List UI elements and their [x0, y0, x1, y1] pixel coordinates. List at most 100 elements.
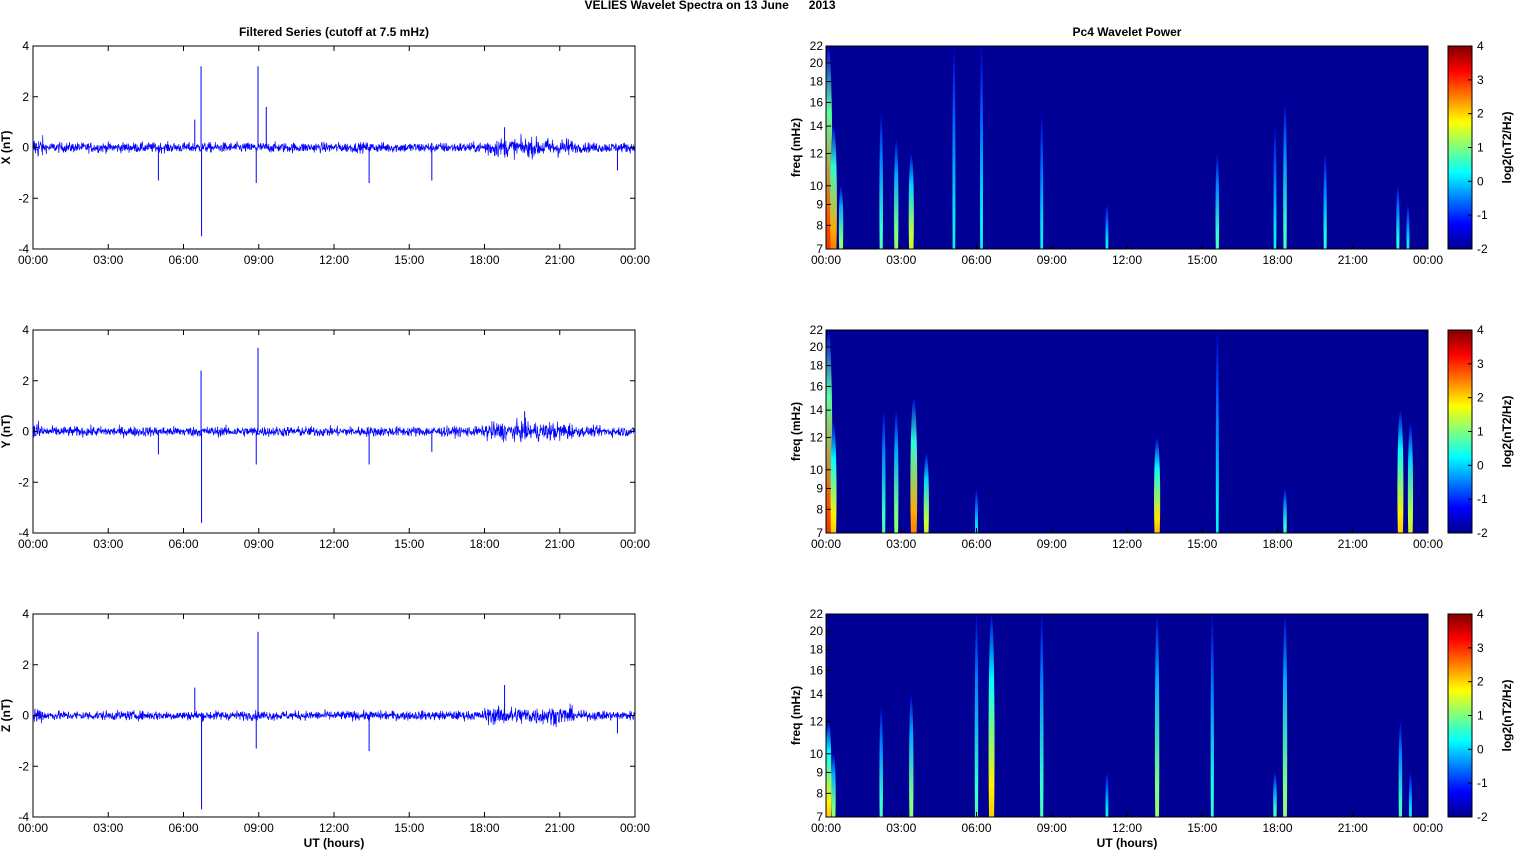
colorbar-tick-label: 4 — [1477, 323, 1484, 337]
freq-tick-label: 20 — [810, 624, 824, 638]
x-tick-label: 09:00 — [1037, 537, 1067, 551]
freq-tick-label: 14 — [810, 403, 824, 417]
series-ylabel: X (nT) — [0, 131, 13, 165]
x-tick-label: 00:00 — [620, 253, 650, 267]
x-tick-label: 21:00 — [1338, 537, 1368, 551]
freq-tick-label: 12 — [810, 430, 824, 444]
left-column-title: Filtered Series (cutoff at 7.5 mHz) — [239, 25, 429, 39]
x-tick-label: 00:00 — [1413, 537, 1443, 551]
freq-tick-label: 18 — [810, 75, 824, 89]
wavelet-power-band — [980, 46, 984, 249]
wavelet-power-band — [1396, 185, 1400, 249]
x-tick-label: 18:00 — [469, 537, 499, 551]
freq-tick-label: 8 — [816, 502, 823, 516]
wavelet-power-band — [1105, 772, 1109, 817]
x-tick-label: 06:00 — [168, 253, 198, 267]
x-tick-label: 09:00 — [244, 821, 274, 835]
wavelet-power-band — [881, 410, 886, 533]
right-column-title: Pc4 Wavelet Power — [1073, 25, 1182, 39]
x-tick-label: 00:00 — [620, 821, 650, 835]
freq-tick-label: 10 — [810, 747, 824, 761]
series-panel-x: -4-202400:00 03:00 06:00 09:00 12:00 15:00 18:… — [0, 39, 650, 267]
y-tick-label: 0 — [22, 425, 29, 439]
x-tick-label: 15:00 — [394, 253, 424, 267]
freq-tick-label: 16 — [810, 663, 824, 677]
colorbar-tick-label: 4 — [1477, 607, 1484, 621]
x-tick-label: 21:00 — [545, 537, 575, 551]
x-tick-label: 00:00 — [18, 821, 48, 835]
colorbar-tick-label: 2 — [1477, 391, 1484, 405]
x-tick-label: 15:00 — [1187, 537, 1217, 551]
x-tick-label: 03:00 — [93, 537, 123, 551]
wavelet-power-band — [1397, 410, 1404, 533]
freq-tick-label: 14 — [810, 119, 824, 133]
freq-tick-label: 9 — [816, 765, 823, 779]
freq-tick-label: 8 — [816, 218, 823, 232]
freq-tick-label: 18 — [810, 643, 824, 657]
freq-tick-label: 12 — [810, 714, 824, 728]
colorbar-tick-label: -1 — [1477, 776, 1488, 790]
wavelet-background — [826, 614, 1428, 817]
colorbar-tick-label: -2 — [1477, 242, 1488, 256]
colorbar-tick-label: 0 — [1477, 174, 1484, 188]
x-tick-label: 21:00 — [545, 253, 575, 267]
wavelet-power-band — [1408, 772, 1412, 817]
x-tick-label: 06:00 — [961, 253, 991, 267]
y-tick-label: 2 — [22, 658, 29, 672]
colorbar-tick-label: -2 — [1477, 526, 1488, 540]
x-tick-label: 00:00 — [1413, 821, 1443, 835]
wavelet-power-band — [1398, 721, 1403, 817]
freq-tick-label: 12 — [810, 146, 824, 160]
x-tick-label: 15:00 — [394, 821, 424, 835]
freq-tick-label: 14 — [810, 687, 824, 701]
colorbar-label: log2(nT2/Hz) — [1500, 680, 1514, 752]
x-tick-label: 03:00 — [93, 821, 123, 835]
x-tick-label: 12:00 — [1112, 537, 1142, 551]
x-tick-label: 18:00 — [1262, 537, 1292, 551]
x-tick-label: 21:00 — [545, 821, 575, 835]
series-panel-z: -4-202400:00 03:00 06:00 09:00 12:00 15:00 18:… — [0, 607, 650, 835]
x-tick-label: 00:00 — [1413, 253, 1443, 267]
x-tick-label: 15:00 — [1187, 253, 1217, 267]
freq-tick-label: 16 — [810, 379, 824, 393]
x-tick-label: 03:00 — [886, 253, 916, 267]
freq-ylabel: freq (mHz) — [789, 686, 803, 745]
wavelet-power-band — [1406, 204, 1410, 249]
x-tick-label: 15:00 — [1187, 821, 1217, 835]
freq-tick-label: 10 — [810, 179, 824, 193]
colorbar-tick-label: 3 — [1477, 641, 1484, 655]
x-tick-label: 12:00 — [319, 253, 349, 267]
freq-tick-label: 22 — [810, 607, 824, 621]
freq-ylabel: freq (mHz) — [789, 402, 803, 461]
y-tick-label: 2 — [22, 90, 29, 104]
y-tick-label: 4 — [22, 39, 29, 53]
wavelet-power-band — [1323, 153, 1327, 249]
colorbar-tick-label: 3 — [1477, 73, 1484, 87]
colorbar-tick-label: 1 — [1477, 141, 1484, 155]
x-tick-label: 15:00 — [394, 537, 424, 551]
series-ylabel: Y (nT) — [0, 415, 13, 449]
wavelet-power-band — [1215, 330, 1219, 533]
wavelet-panel-y: 7891012141618202200:00 03:00 06:00 09:00 12:… — [789, 323, 1514, 551]
right-xlabel: UT (hours) — [1097, 836, 1158, 850]
x-tick-label: 00:00 — [811, 253, 841, 267]
x-tick-label: 18:00 — [1262, 253, 1292, 267]
x-tick-label: 09:00 — [1037, 821, 1067, 835]
freq-tick-label: 22 — [810, 323, 824, 337]
colorbar-tick-label: 0 — [1477, 458, 1484, 472]
colorbar-tick-label: -1 — [1477, 492, 1488, 506]
wavelet-power-band — [952, 46, 956, 249]
colorbar-label: log2(nT2/Hz) — [1500, 112, 1514, 184]
freq-tick-label: 9 — [816, 197, 823, 211]
y-tick-label: 0 — [22, 141, 29, 155]
x-tick-label: 21:00 — [1338, 821, 1368, 835]
wavelet-power-band — [879, 707, 883, 817]
colorbar-tick-label: 2 — [1477, 675, 1484, 689]
x-tick-label: 06:00 — [961, 821, 991, 835]
x-tick-label: 03:00 — [93, 253, 123, 267]
wavelet-background — [826, 46, 1428, 249]
figure-title: VELIES Wavelet Spectra on 13 June 2013 — [585, 0, 836, 12]
freq-tick-label: 8 — [816, 786, 823, 800]
wavelet-power-band — [923, 452, 929, 533]
colorbar-tick-label: 2 — [1477, 107, 1484, 121]
